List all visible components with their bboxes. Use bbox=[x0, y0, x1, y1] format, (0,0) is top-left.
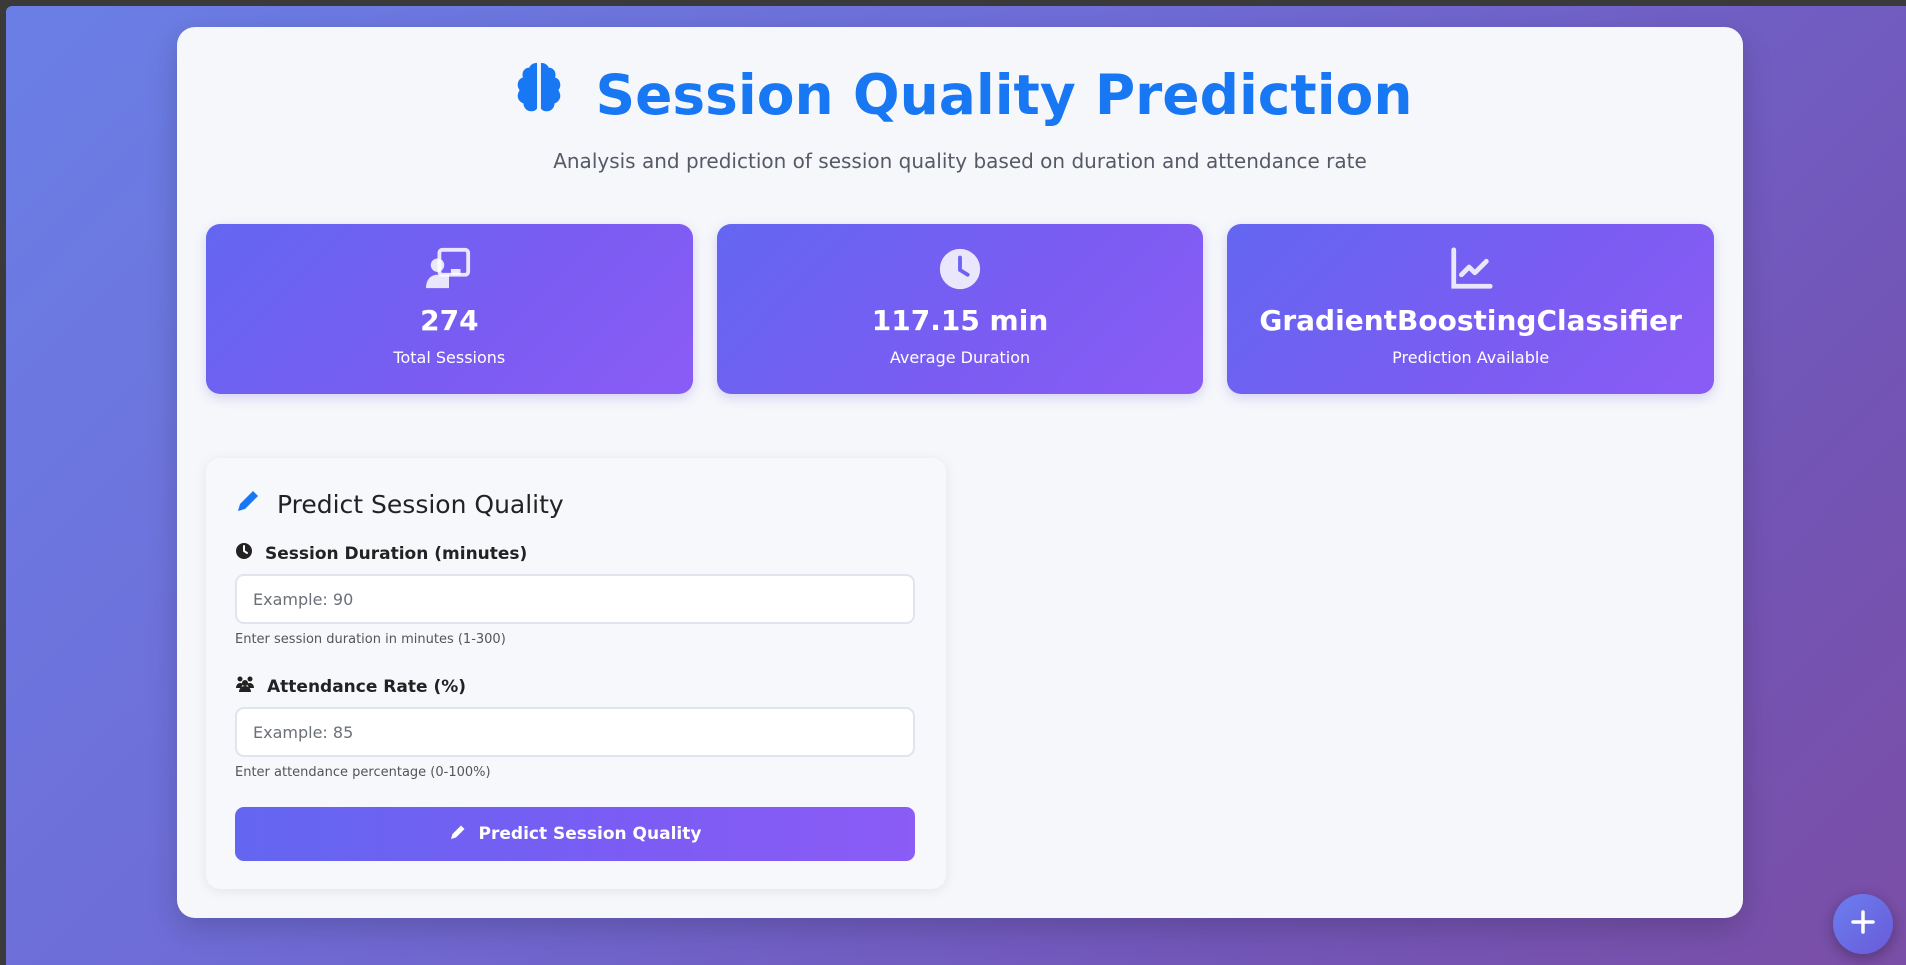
stat-value: 274 bbox=[420, 304, 479, 337]
duration-input[interactable] bbox=[235, 574, 915, 624]
page-background: Session Quality Prediction Analysis and … bbox=[6, 6, 1906, 965]
stat-card-total-sessions: 274 Total Sessions bbox=[206, 224, 693, 394]
predict-button-label: Predict Session Quality bbox=[478, 824, 702, 844]
pencil-icon bbox=[449, 823, 467, 846]
pencil-icon bbox=[235, 488, 261, 520]
brain-icon bbox=[508, 57, 570, 132]
title-text: Session Quality Prediction bbox=[595, 62, 1413, 127]
main-container: Session Quality Prediction Analysis and … bbox=[177, 27, 1743, 918]
stats-row: 274 Total Sessions 117.15 min Average Du… bbox=[206, 224, 1715, 394]
duration-label: Session Duration (minutes) bbox=[235, 542, 527, 565]
stat-value: GradientBoostingClassifier bbox=[1259, 304, 1682, 337]
stat-label: Prediction Available bbox=[1392, 348, 1550, 367]
chalkboard-teacher-icon bbox=[206, 246, 693, 292]
line-chart-icon bbox=[1227, 246, 1714, 292]
clock-icon bbox=[717, 246, 1204, 292]
duration-label-text: Session Duration (minutes) bbox=[265, 543, 528, 564]
predict-button[interactable]: Predict Session Quality bbox=[235, 807, 915, 861]
attendance-label: Attendance Rate (%) bbox=[235, 675, 466, 698]
stat-value: 117.15 min bbox=[871, 304, 1049, 337]
users-icon bbox=[235, 675, 255, 698]
stat-card-model: GradientBoostingClassifier Prediction Av… bbox=[1227, 224, 1715, 394]
prediction-form-card: Predict Session Quality Session Duration… bbox=[206, 458, 946, 889]
page-title: Session Quality Prediction bbox=[177, 57, 1743, 132]
attendance-label-text: Attendance Rate (%) bbox=[267, 676, 467, 697]
attendance-input[interactable] bbox=[235, 707, 915, 757]
duration-hint: Enter session duration in minutes (1-300… bbox=[235, 632, 506, 647]
form-title: Predict Session Quality bbox=[235, 488, 564, 520]
stat-label: Average Duration bbox=[889, 348, 1031, 367]
form-title-text: Predict Session Quality bbox=[277, 489, 564, 519]
stat-label: Total Sessions bbox=[393, 348, 506, 367]
clock-icon bbox=[235, 542, 253, 565]
stat-card-average-duration: 117.15 min Average Duration bbox=[716, 224, 1204, 394]
attendance-hint: Enter attendance percentage (0-100%) bbox=[235, 765, 491, 780]
add-fab-button[interactable] bbox=[1833, 894, 1893, 954]
page-subtitle: Analysis and prediction of session quali… bbox=[553, 149, 1367, 173]
plus-icon bbox=[1850, 909, 1876, 939]
